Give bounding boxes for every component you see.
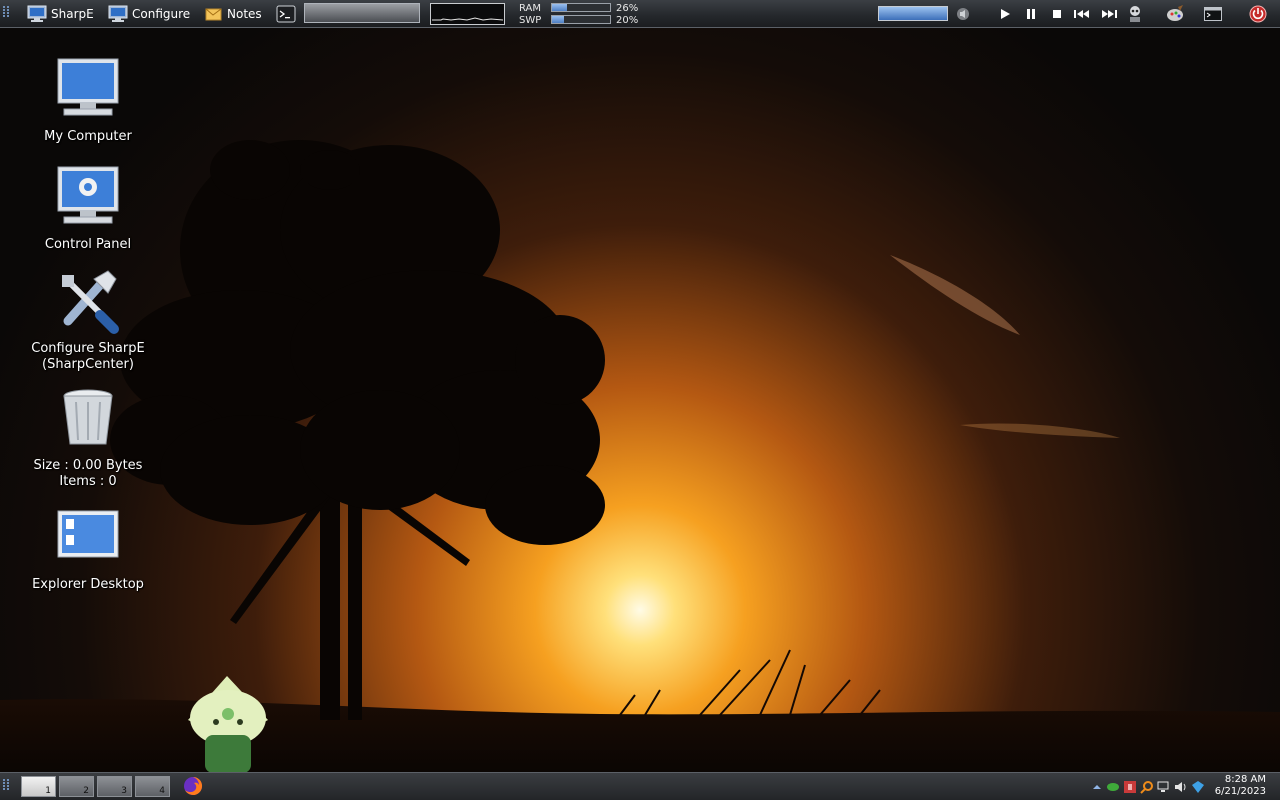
security-alert-icon[interactable] [1123,780,1137,794]
network-graph [430,3,505,25]
stop-icon[interactable] [1047,4,1067,24]
play-icon[interactable] [995,4,1015,24]
desktop-wallpaper [0,0,1280,800]
desktop-icon-label: Control Panel [44,237,132,252]
configure-button[interactable]: Configure [108,0,190,28]
desktop-icon-recycle-bin[interactable]: Size : 0.00 Bytes Items : 0 [13,384,163,490]
workspace-3-button[interactable]: 3 [97,776,132,797]
terminal-icon [276,5,296,23]
desktop-icon-control-panel[interactable]: Control Panel [13,163,163,253]
tray-expand-icon[interactable] [1090,780,1104,794]
desktop-icon-my-computer[interactable]: My Computer [13,55,163,145]
monitor-icon [108,5,128,22]
workspace-number: 1 [45,786,51,796]
swp-bar [551,15,611,24]
sharpe-menu-button[interactable]: SharpE [27,0,94,28]
workspace-2-button[interactable]: 2 [59,776,94,797]
configure-label: Configure [132,7,191,21]
ram-bar-fill [552,4,568,11]
notes-icon [205,8,222,21]
explorer-desktop-icon [57,510,119,558]
workspace-number: 4 [159,786,165,796]
desktop-icon-label: Configure SharpE (SharpCenter) [31,341,145,372]
ram-bar [551,3,611,12]
workspace-4-button[interactable]: 4 [135,776,170,797]
pause-icon[interactable] [1021,4,1041,24]
tools-icon [62,270,119,334]
computer-icon [57,58,119,116]
workspace-number: 3 [121,786,127,796]
desktop-icon-explorer-desktop[interactable]: Explorer Desktop [13,503,163,593]
desktop-icon-label: My Computer [44,129,132,144]
swp-percent: 20% [616,15,639,26]
paint-palette-icon[interactable] [1165,4,1185,24]
clock-time: 8:28 AM [1224,774,1266,785]
previous-track-icon[interactable] [1072,4,1092,24]
desktop-icon-label: Size : 0.00 Bytes Items : 0 [33,458,143,489]
speaker-icon[interactable] [953,4,973,24]
terminal-launch-button[interactable] [276,0,296,28]
ram-percent: 26% [616,3,639,14]
volume-bar-fill [879,7,947,20]
clock[interactable]: 8:28 AM 6/21/2023 [1215,774,1266,798]
swp-label: SWP [519,15,542,26]
recycle-bin-icon [63,389,113,445]
desktop-icon-configure-sharpe[interactable]: Configure SharpE (SharpCenter) [13,267,163,373]
shield-icon[interactable] [1106,780,1120,794]
firefox-icon[interactable] [183,776,203,796]
desktop-icon-label: Explorer Desktop [32,577,144,592]
panel-grip-icon [3,779,9,790]
top-panel: SharpE Configure Notes RAM SWP 26% 20% [0,0,1280,28]
ram-label: RAM [519,3,542,14]
notes-label: Notes [227,7,262,21]
panel-grip-icon [3,6,9,17]
monitor-icon [27,5,47,22]
volume-bar[interactable] [878,6,948,21]
control-panel-icon [57,166,119,224]
notes-button[interactable]: Notes [205,0,262,28]
workspace-number: 2 [83,786,89,796]
search-icon[interactable] [1140,780,1154,794]
clock-date: 6/21/2023 [1214,786,1266,797]
media-player-icon[interactable] [1125,4,1145,24]
bottom-panel: 1 2 3 4 8:28 AM 6/21/2023 [0,772,1280,800]
sharpe-menu-label: SharpE [51,7,94,21]
power-icon[interactable] [1248,4,1268,24]
workspace-1-button[interactable]: 1 [21,776,56,797]
console-icon[interactable] [1203,4,1223,24]
dropbox-icon[interactable] [1191,780,1205,794]
swp-bar-fill [552,16,564,23]
network-graph-line [432,17,504,21]
cpu-meter [304,3,420,23]
next-track-icon[interactable] [1099,4,1119,24]
network-icon[interactable] [1157,780,1171,794]
volume-icon[interactable] [1174,780,1188,794]
